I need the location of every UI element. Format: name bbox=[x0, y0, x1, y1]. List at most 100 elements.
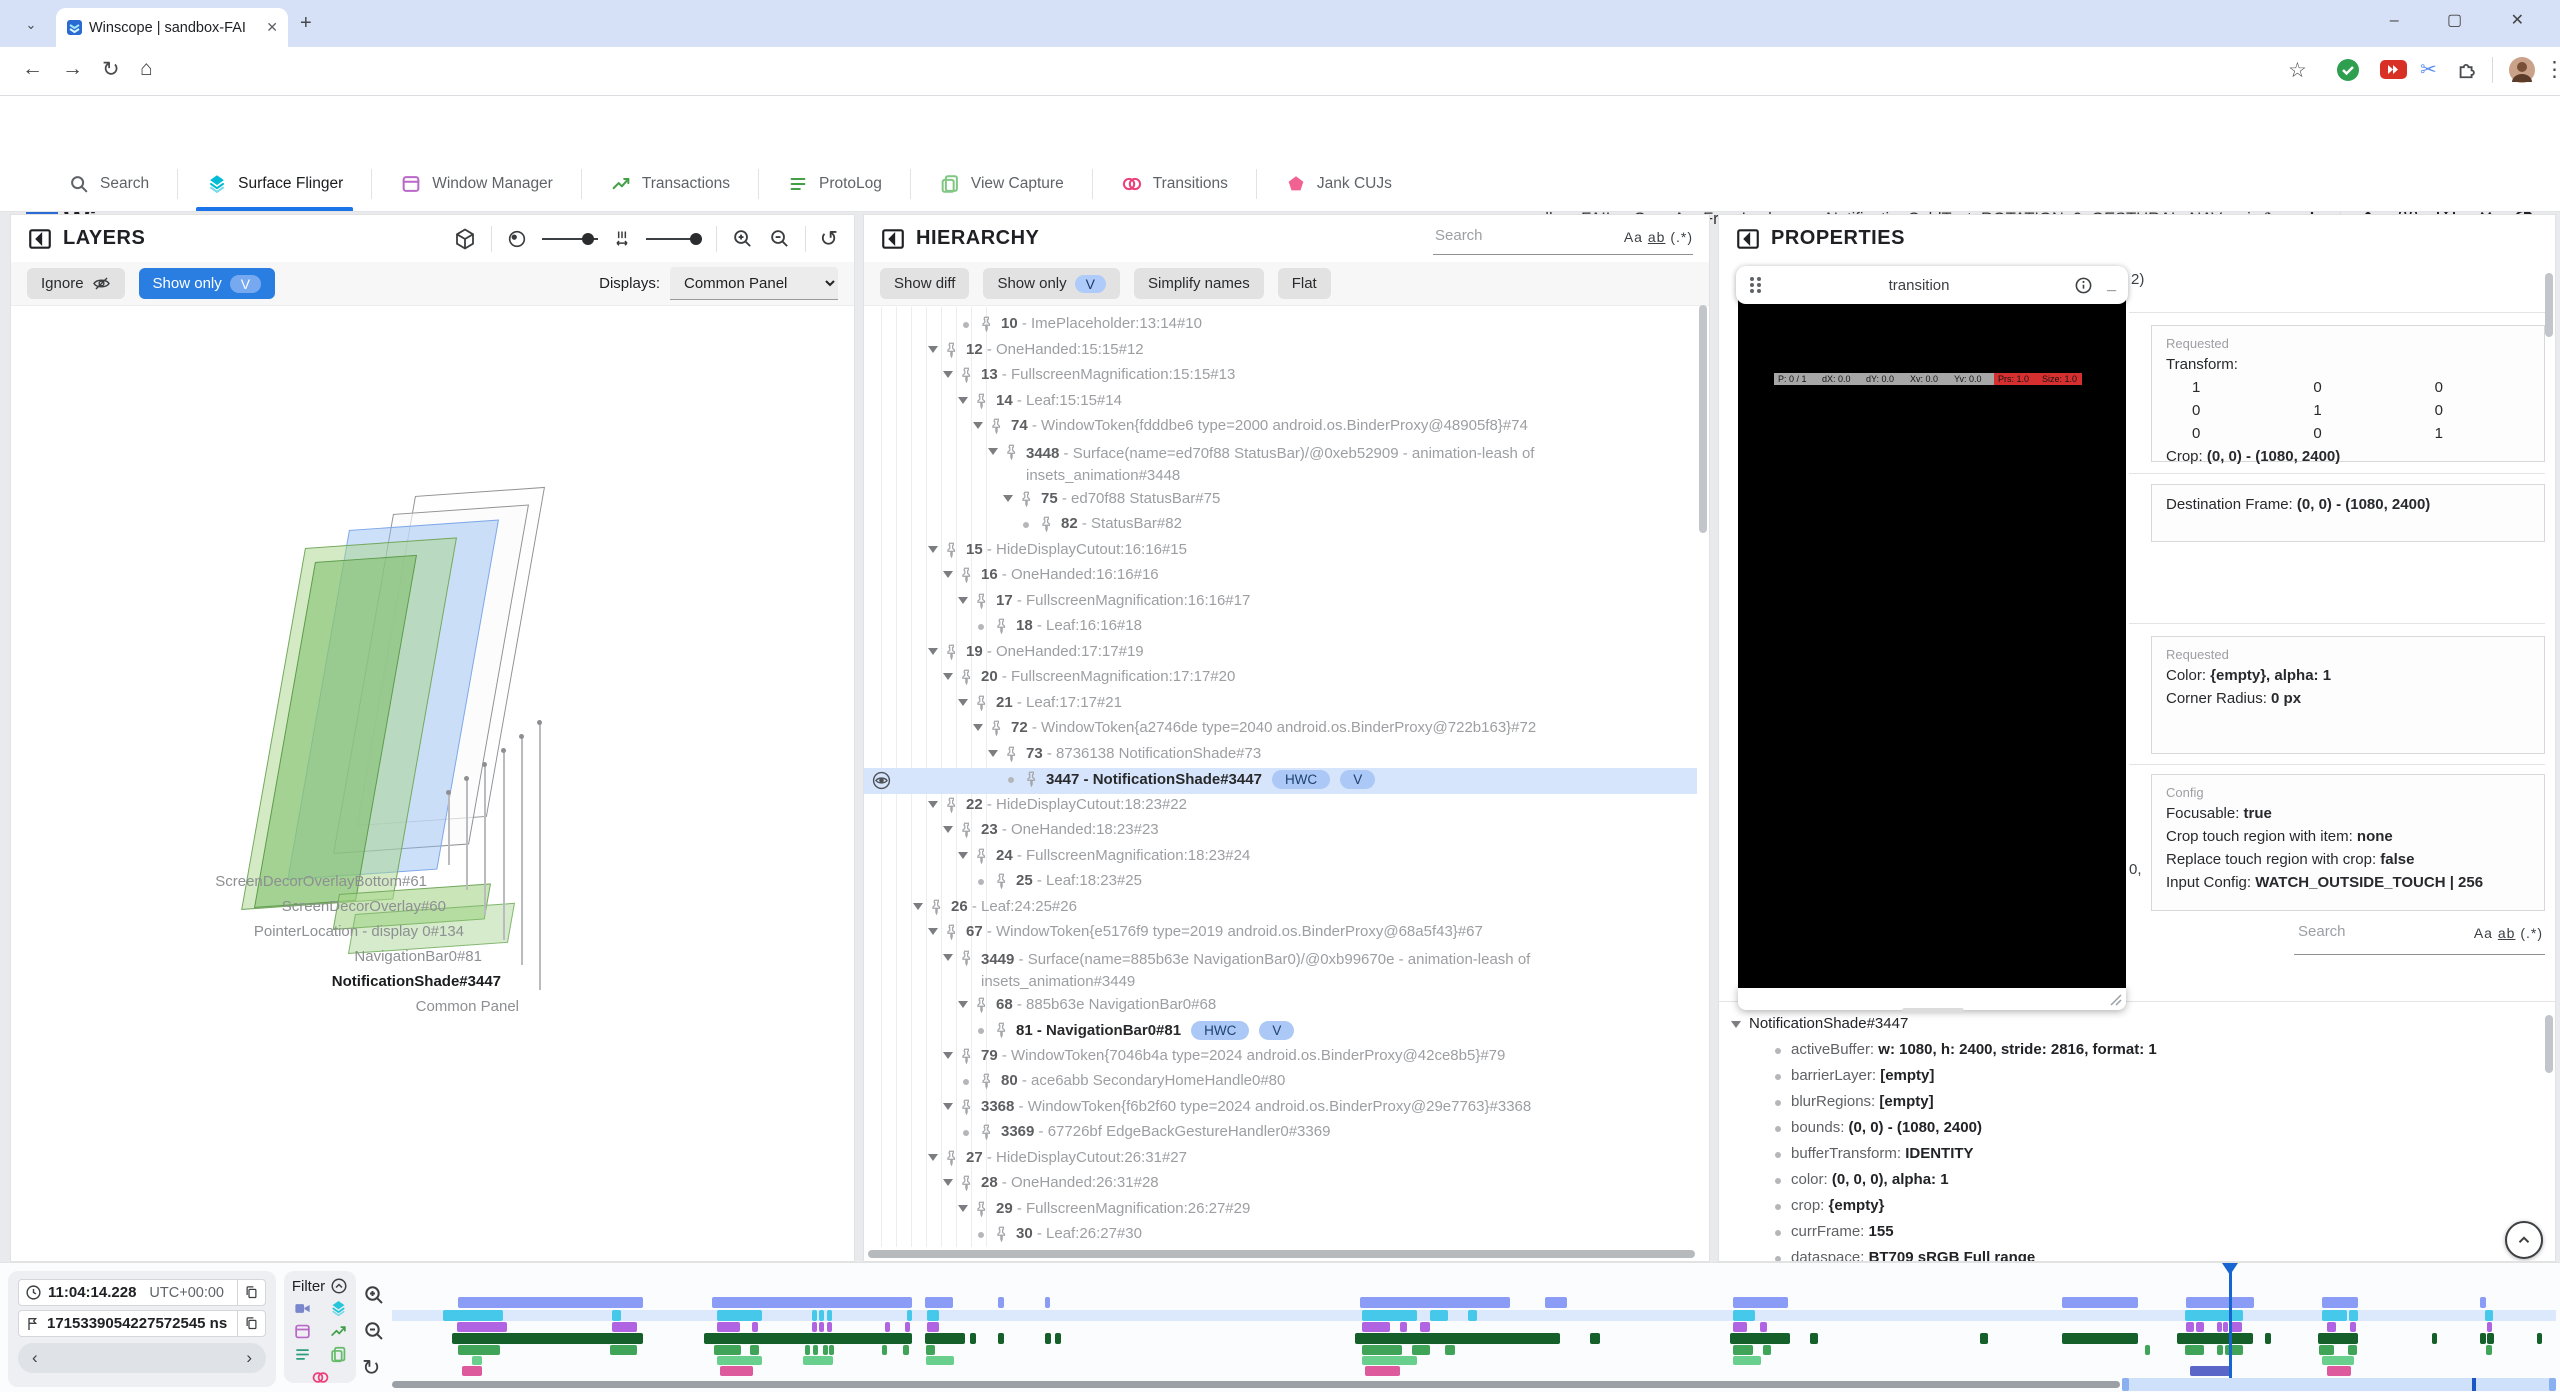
pin-icon[interactable] bbox=[979, 1124, 994, 1140]
nav-tab-transactions[interactable]: Transactions bbox=[582, 157, 758, 211]
property-row[interactable]: activeBuffer: w: 1080, h: 2400, stride: … bbox=[1775, 1041, 2157, 1058]
zoom-in-icon[interactable] bbox=[731, 227, 754, 250]
displays-select[interactable]: Common Panel bbox=[670, 267, 838, 300]
pin-icon[interactable] bbox=[944, 1150, 959, 1166]
timeline-scrollbar[interactable] bbox=[392, 1381, 2120, 1388]
hierarchy-node-75[interactable]: 75 - ed70f88 StatusBar#75 bbox=[864, 488, 1697, 514]
zoom-window-slider[interactable] bbox=[2122, 1378, 2556, 1391]
extension-check-icon[interactable] bbox=[2336, 58, 2360, 82]
property-row[interactable]: blurRegions: [empty] bbox=[1775, 1093, 1934, 1110]
hierarchy-node-81[interactable]: 81 - NavigationBar0#81HWCV bbox=[864, 1019, 1697, 1045]
nav-tab-jank-cujs[interactable]: Jank CUJs bbox=[1257, 157, 1420, 211]
hierarchy-node-68[interactable]: 68 - 885b63e NavigationBar0#68 bbox=[864, 994, 1697, 1020]
pin-icon[interactable] bbox=[1004, 746, 1019, 762]
hierarchy-hscrollbar[interactable] bbox=[868, 1250, 1695, 1258]
copy-time-button[interactable] bbox=[237, 1280, 259, 1305]
reload-icon[interactable]: ↻ bbox=[102, 57, 120, 82]
hierarchy-node-72[interactable]: 72 - WindowToken{a2746de type=2040 andro… bbox=[864, 717, 1697, 743]
pin-icon[interactable] bbox=[994, 873, 1009, 889]
filter-tx-icon[interactable] bbox=[329, 1322, 348, 1341]
pin-icon[interactable] bbox=[974, 848, 989, 864]
pin-icon[interactable] bbox=[994, 1226, 1009, 1242]
hierarchy-button-flat[interactable]: Flat bbox=[1278, 268, 1331, 299]
frame-step-control[interactable]: ‹ › bbox=[18, 1343, 266, 1373]
hierarchy-node-20[interactable]: 20 - FullscreenMagnification:17:17#20 bbox=[864, 666, 1697, 692]
extensions-puzzle-icon[interactable] bbox=[2456, 58, 2478, 80]
pin-icon[interactable] bbox=[1004, 444, 1019, 460]
hierarchy-node-30[interactable]: 30 - Leaf:26:27#30 bbox=[864, 1223, 1697, 1247]
expand-arrow-icon[interactable] bbox=[958, 397, 968, 404]
hierarchy-vscrollbar[interactable] bbox=[1699, 305, 1707, 533]
pin-icon[interactable] bbox=[959, 1048, 974, 1064]
hierarchy-node-25[interactable]: 25 - Leaf:18:23#25 bbox=[864, 870, 1697, 896]
hierarchy-node-3447[interactable]: 3447 - NotificationShade#3447HWCV bbox=[864, 768, 1697, 794]
property-row[interactable]: dataspace: BT709 sRGB Full range bbox=[1775, 1249, 2035, 1261]
hierarchy-node-21[interactable]: 21 - Leaf:17:17#21 bbox=[864, 692, 1697, 718]
expand-arrow-icon[interactable] bbox=[913, 903, 923, 910]
expand-arrow-icon[interactable] bbox=[958, 852, 968, 859]
hierarchy-node-17[interactable]: 17 - FullscreenMagnification:16:16#17 bbox=[864, 590, 1697, 616]
filter-tr-icon[interactable] bbox=[311, 1368, 330, 1387]
filter-pl-icon[interactable] bbox=[293, 1345, 312, 1364]
filter-sf-icon[interactable] bbox=[329, 1299, 348, 1318]
hierarchy-node-74[interactable]: 74 - WindowToken{fdddbe6 type=2000 andro… bbox=[864, 415, 1697, 441]
expand-arrow-icon[interactable] bbox=[943, 1052, 953, 1059]
hierarchy-node-15[interactable]: 15 - HideDisplayCutout:16:16#15 bbox=[864, 539, 1697, 565]
timeline-zoom-in-icon[interactable] bbox=[362, 1283, 386, 1307]
extension-red-icon[interactable] bbox=[2380, 60, 2407, 80]
forward-icon[interactable]: → bbox=[62, 57, 83, 81]
hierarchy-node-73[interactable]: 73 - 8736138 NotificationShade#73 bbox=[864, 743, 1697, 769]
expand-arrow-icon[interactable] bbox=[1003, 495, 1013, 502]
new-tab-button[interactable]: + bbox=[300, 12, 312, 35]
extension-scissors-icon[interactable]: ✂ bbox=[2420, 57, 2437, 82]
panel-collapse-icon[interactable] bbox=[27, 226, 53, 252]
expand-arrow-icon[interactable] bbox=[928, 801, 938, 808]
hierarchy-node-82[interactable]: 82 - StatusBar#82 bbox=[864, 513, 1697, 539]
hierarchy-node-22[interactable]: 22 - HideDisplayCutout:18:23#22 bbox=[864, 794, 1697, 820]
pin-icon[interactable] bbox=[989, 418, 1004, 434]
hierarchy-node-3368[interactable]: 3368 - WindowToken{f6b2f60 type=2024 and… bbox=[864, 1096, 1697, 1122]
expand-arrow-icon[interactable] bbox=[973, 422, 983, 429]
pin-icon[interactable] bbox=[944, 924, 959, 940]
nav-tab-search[interactable]: Search bbox=[40, 157, 177, 211]
hierarchy-node-3448[interactable]: 3448 - Surface(name=ed70f88 StatusBar)/@… bbox=[864, 441, 1697, 488]
filter-wm-icon[interactable] bbox=[293, 1322, 312, 1341]
tab-search-chevron-icon[interactable]: ⌄ bbox=[20, 14, 42, 36]
pin-icon[interactable] bbox=[994, 618, 1009, 634]
timeline-cursor-handle[interactable] bbox=[2222, 1263, 2238, 1275]
resize-handle-icon[interactable] bbox=[2110, 994, 2122, 1006]
nav-tab-view-capture[interactable]: View Capture bbox=[911, 157, 1092, 211]
browser-tab[interactable]: Winscope | sandbox-FAI ✕ bbox=[56, 8, 288, 47]
property-row[interactable]: bounds: (0, 0) - (1080, 2400) bbox=[1775, 1119, 1982, 1136]
hierarchy-node-29[interactable]: 29 - FullscreenMagnification:26:27#29 bbox=[864, 1198, 1697, 1224]
pin-icon[interactable] bbox=[974, 393, 989, 409]
reset-view-icon[interactable]: ↺ bbox=[820, 226, 838, 252]
back-icon[interactable]: ← bbox=[22, 57, 43, 81]
timeline-zoom-out-icon[interactable] bbox=[362, 1319, 386, 1343]
pin-icon[interactable] bbox=[974, 593, 989, 609]
current-ns-box[interactable]: 1715339054227572545 ns bbox=[18, 1310, 266, 1337]
pin-icon[interactable] bbox=[959, 1175, 974, 1191]
pin-icon[interactable] bbox=[994, 1022, 1009, 1038]
pin-icon[interactable] bbox=[979, 316, 994, 332]
visibility-eye-icon[interactable] bbox=[872, 771, 891, 790]
show-only-chip[interactable]: Show onlyV bbox=[139, 268, 276, 299]
expand-arrow-icon[interactable] bbox=[928, 1154, 938, 1161]
hierarchy-button-show-diff[interactable]: Show diff bbox=[880, 268, 969, 299]
hierarchy-button-show-only[interactable]: Show onlyV bbox=[983, 268, 1120, 299]
property-row[interactable]: color: (0, 0, 0), alpha: 1 bbox=[1775, 1171, 1949, 1188]
pin-icon[interactable] bbox=[944, 644, 959, 660]
expand-arrow-icon[interactable] bbox=[928, 546, 938, 553]
expand-arrow-icon[interactable] bbox=[943, 1103, 953, 1110]
pin-icon[interactable] bbox=[959, 669, 974, 685]
browser-menu-kebab-icon[interactable]: ⋮ bbox=[2544, 57, 2560, 82]
hierarchy-node-27[interactable]: 27 - HideDisplayCutout:26:31#27 bbox=[864, 1147, 1697, 1173]
expand-arrow-icon[interactable] bbox=[943, 371, 953, 378]
layer-label[interactable]: NotificationShade#3447 bbox=[332, 973, 501, 990]
nav-tab-transitions[interactable]: Transitions bbox=[1093, 157, 1256, 211]
timeline-reset-zoom-icon[interactable]: ↻ bbox=[362, 1355, 380, 1381]
expand-arrow-icon[interactable] bbox=[928, 928, 938, 935]
rotation-slider[interactable] bbox=[542, 238, 598, 240]
pin-icon[interactable] bbox=[944, 342, 959, 358]
expand-arrow-icon[interactable] bbox=[943, 571, 953, 578]
